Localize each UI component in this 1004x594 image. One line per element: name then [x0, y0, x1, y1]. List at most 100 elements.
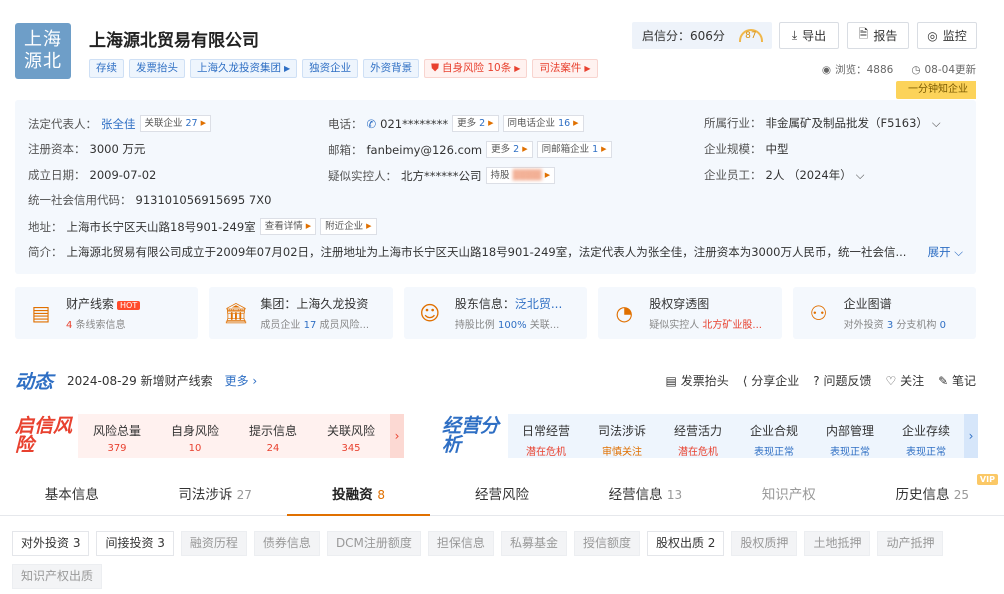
business-item[interactable]: 日常经营 潜在危机 — [508, 414, 584, 458]
chevron-right-icon[interactable]: › — [964, 414, 978, 458]
risk-self[interactable]: 自身风险 10 — [156, 414, 234, 458]
group-card[interactable]: 🏛 集团：上海久龙投资 成员企业 17 成员风险... — [209, 287, 393, 339]
document-icon: 🗎 — [858, 27, 869, 41]
tag-judicial[interactable]: 司法案件 ▶ — [532, 59, 598, 78]
same-email-button[interactable]: 同邮箱企业 1 ▶ — [536, 141, 612, 158]
subtab-item[interactable]: 知识产权出质 — [12, 564, 103, 589]
address-detail-button[interactable]: 查看详情 ▶ — [259, 218, 317, 235]
nearby-button[interactable]: 附近企业 ▶ — [320, 218, 377, 235]
equity-card[interactable]: ◔ 股权穿透图 疑似实控人 北方矿业股... — [598, 287, 782, 339]
shareholder-card[interactable]: ☺ 股东信息：泛北贸... 持股比例 100% 关联... — [403, 287, 588, 339]
phone-icon: ✆ — [366, 116, 377, 131]
export-button[interactable]: ⤓ 导出 — [779, 22, 839, 49]
dynamic-text: 2024-08-29 新增财产线索 — [67, 373, 213, 388]
chevron-down-icon[interactable]: ⌵ — [932, 116, 941, 131]
chevron-right-icon: ▶ — [573, 119, 579, 127]
graph-card[interactable]: ⚇ 企业图谱 对外投资 3 分支机构 0 — [792, 287, 977, 339]
chevron-right-icon: ▶ — [284, 64, 291, 73]
chevron-right-icon: ▶ — [366, 222, 372, 230]
hidden-percent: ▓▓▓▓ — [512, 170, 542, 181]
company-logo: 上海源北 — [15, 23, 71, 79]
tag-self-risk[interactable]: ⛊ 自身风险 10条 ▶ — [424, 59, 528, 78]
risk-hint[interactable]: 提示信息 24 — [234, 414, 312, 458]
chevron-right-icon: ▶ — [305, 222, 312, 230]
holding-button[interactable]: 持股 ▓▓▓▓ ▶ — [485, 167, 556, 184]
tag-group[interactable]: 上海久龙投资集团 ▶ — [190, 59, 298, 78]
tab-item[interactable]: 投融资 8 — [286, 476, 431, 516]
action-bar: ▤ 发票抬头 ⟨ 分享企业 ? 问题反馈 ♡ 关注 ✎ 笔记 — [666, 372, 976, 389]
subtab-item[interactable]: DCM注册额度 — [326, 531, 421, 556]
tag-invoice[interactable]: 发票抬头 — [129, 59, 185, 78]
business-item[interactable]: 企业存续 表现正常 — [888, 414, 964, 458]
share-action[interactable]: ⟨ 分享企业 — [743, 372, 800, 389]
company-tags: 存续 发票抬头 上海久龙投资集团 ▶ 独资企业 外资背景 ⛊ 自身风险 10条 ▶ 司… — [89, 59, 598, 78]
chevron-right-icon: ▶ — [514, 64, 521, 73]
business-item[interactable]: 经营活力 潜在危机 — [660, 414, 736, 458]
business-panel: 经营分析 日常经营 潜在危机 司法涉诉 审慎关注 经营活力 潜在危机 企业合规 表现正常 内部管… — [442, 414, 978, 458]
subtab-item[interactable]: 土地抵押 — [804, 531, 871, 556]
legal-related-button[interactable]: 关联企业 27 ▶ — [139, 115, 211, 132]
capital-value: 3000 万元 — [89, 142, 146, 156]
subtab-item[interactable]: 担保信息 — [427, 531, 494, 556]
chevron-down-icon: ⌵ — [954, 245, 963, 259]
tag-foreign[interactable]: 外资背景 — [363, 59, 420, 78]
credit-score[interactable]: 启信分：606分 87 — [632, 22, 772, 49]
tree-icon: ⚇ — [809, 301, 828, 325]
business-item[interactable]: 内部管理 表现正常 — [812, 414, 888, 458]
founding-date: 2009-07-02 — [89, 168, 157, 182]
person-icon: ☺ — [419, 301, 441, 325]
minute-know-button[interactable]: 一分钟知企业 — [896, 81, 976, 99]
email-more-button[interactable]: 更多 2 ▶ — [486, 141, 533, 158]
subtab-item[interactable]: 私募基金 — [500, 531, 567, 556]
risk-related[interactable]: 关联风险 345 — [312, 414, 390, 458]
share-icon: ⟨ — [742, 374, 748, 388]
property-clue-card[interactable]: ▤ 财产线索 HOT 4 条线索信息 — [15, 287, 199, 339]
subtab-item[interactable]: 动产抵押 — [877, 531, 944, 556]
subtab-item[interactable]: 融资历程 — [180, 531, 247, 556]
subtab-item[interactable]: 授信额度 — [573, 531, 640, 556]
company-info-panel: 法定代表人： 张全佳 关联企业 27 ▶ 注册资本： 3000 万元 成立日期： 2009-… — [15, 100, 976, 274]
tab-item[interactable]: 知识产权 — [717, 476, 860, 515]
invoice-action[interactable]: ▤ 发票抬头 — [666, 372, 729, 389]
legal-rep-link[interactable]: 张全佳 — [101, 116, 136, 132]
chevron-right-icon: ▶ — [601, 145, 607, 153]
tag-sole[interactable]: 独资企业 — [302, 59, 359, 78]
tab-item[interactable]: 经营风险 — [430, 476, 573, 515]
dynamic-more-link[interactable]: 更多 › — [225, 372, 258, 389]
tab-item[interactable]: 经营信息 13 — [574, 476, 717, 515]
subtab-item[interactable]: 间接投资 3 — [96, 531, 174, 556]
business-item[interactable]: 司法涉诉 审慎关注 — [584, 414, 660, 458]
chevron-right-icon: ▶ — [488, 119, 494, 127]
dynamic-label: 动态 — [15, 370, 54, 393]
controller-value[interactable]: 北方******公司 — [401, 168, 482, 184]
note-action[interactable]: ✎ 笔记 — [938, 372, 976, 389]
subtab-item[interactable]: 股权出质 2 — [646, 531, 725, 556]
tab-item[interactable]: 司法涉诉 27 — [143, 476, 286, 515]
monitor-button[interactable]: ◎ 监控 — [917, 22, 977, 49]
report-button[interactable]: 🗎 报告 — [847, 22, 909, 49]
expand-button[interactable]: 展开 ⌵ — [928, 244, 963, 260]
intro-text: 上海源北贸易有限公司成立于2009年07月02日，注册地址为上海市长宁区天山路1… — [66, 245, 907, 259]
gauge-icon: 87 — [738, 29, 763, 42]
risk-panel: 启信风险 风险总量 379 自身风险 10 提示信息 24 关联风险 345 › — [15, 414, 412, 458]
tab-item[interactable]: 基本信息 — [0, 476, 143, 515]
chevron-right-icon[interactable]: › — [390, 414, 404, 458]
clock-icon: ◷ — [911, 64, 921, 76]
tag-status[interactable]: 存续 — [89, 59, 124, 78]
feedback-action[interactable]: ? 问题反馈 — [813, 372, 871, 389]
chevron-right-icon: ▶ — [584, 64, 591, 73]
same-phone-button[interactable]: 同电话企业 16 ▶ — [502, 115, 584, 132]
chevron-down-icon[interactable]: ⌵ — [856, 168, 865, 183]
subtab-item[interactable]: 股权质押 — [731, 531, 798, 556]
email-value[interactable]: fanbeimy@126.com — [367, 143, 483, 157]
company-header: 上海源北 上海源北贸易有限公司 存续 发票抬头 上海久龙投资集团 ▶ 独资企业 外… — [0, 0, 1004, 99]
business-item[interactable]: 企业合规 表现正常 — [736, 414, 812, 458]
company-name: 上海源北贸易有限公司 — [89, 31, 259, 51]
tab-item[interactable]: 历史信息 25 VIP — [861, 474, 1004, 515]
subtab-item[interactable]: 债券信息 — [253, 531, 320, 556]
phone-more-button[interactable]: 更多 2 ▶ — [452, 115, 499, 132]
risk-total[interactable]: 风险总量 379 — [78, 414, 156, 458]
follow-action[interactable]: ♡ 关注 — [885, 372, 924, 389]
pie-icon: ◔ — [615, 301, 633, 325]
subtab-item[interactable]: 对外投资 3 — [12, 531, 90, 556]
